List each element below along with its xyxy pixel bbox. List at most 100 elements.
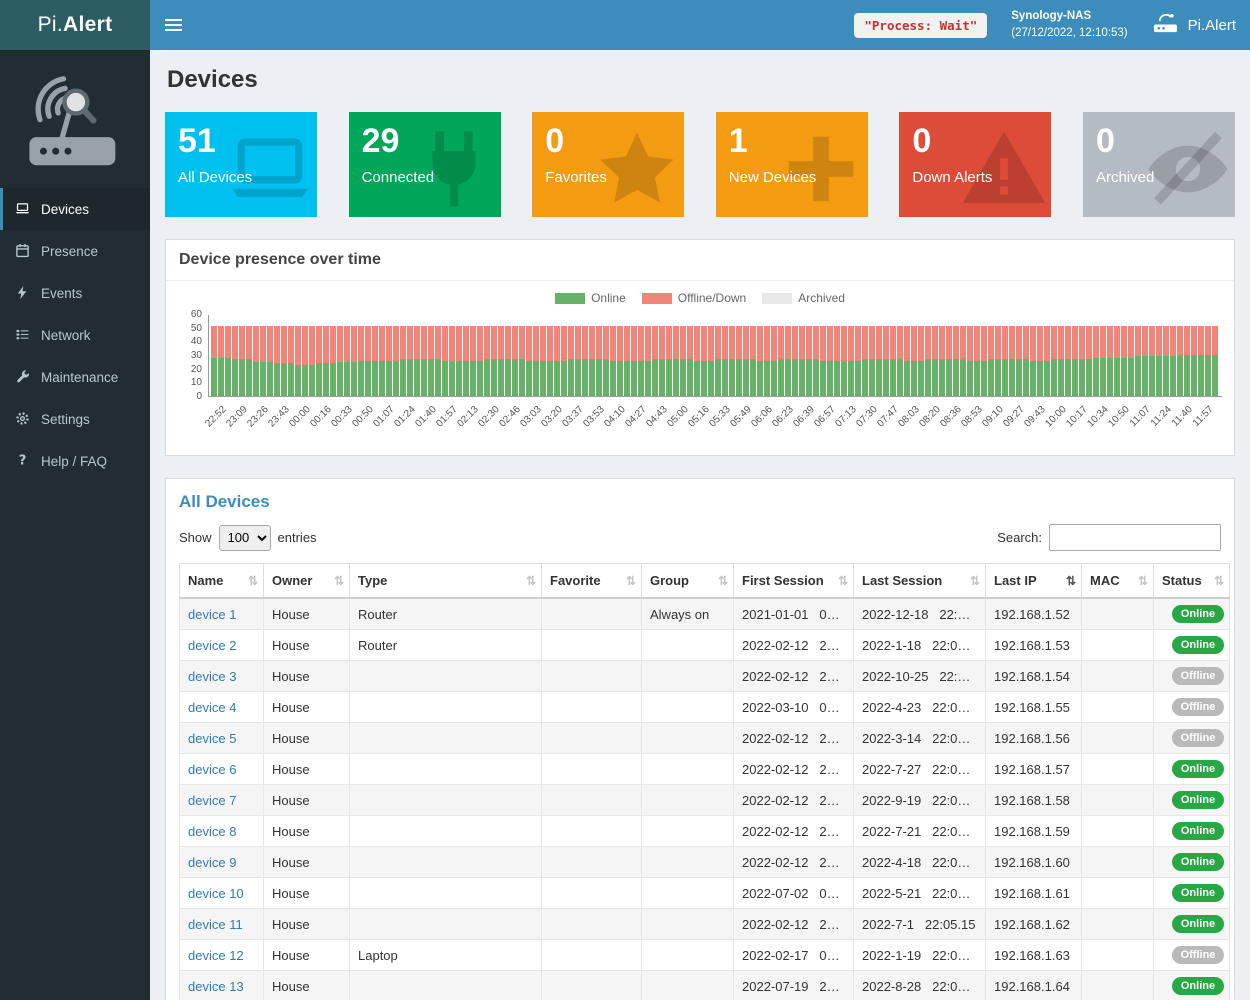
- chart-bar: [750, 326, 756, 396]
- sidebar-item-devices[interactable]: Devices: [0, 188, 150, 230]
- chart-bar: [1163, 326, 1169, 396]
- stat-card-all-devices[interactable]: 51All Devices: [165, 112, 317, 217]
- sidebar-item-help-faq[interactable]: ?Help / FAQ: [0, 440, 150, 482]
- legend-item-archived: Archived: [762, 291, 845, 305]
- cell-first-session: 2022-07-19 23:45: [734, 971, 854, 1000]
- device-link[interactable]: device 6: [188, 762, 236, 777]
- header-brand[interactable]: Pi.Alert: [1152, 11, 1236, 39]
- app-logo[interactable]: Pi.Alert: [0, 0, 150, 50]
- cell-mac: [1082, 661, 1154, 692]
- stat-card-favorites[interactable]: 0Favorites: [532, 112, 684, 217]
- show-label: Show: [179, 530, 212, 545]
- sidebar-item-events[interactable]: Events: [0, 272, 150, 314]
- cell-type: [350, 785, 542, 816]
- page-title: Devices: [167, 66, 1235, 94]
- device-link[interactable]: device 2: [188, 638, 236, 653]
- chart-bar: [582, 326, 588, 396]
- navbar: "Process: Wait" Synology-NAS (27/12/2022…: [150, 0, 1250, 50]
- device-link[interactable]: device 9: [188, 855, 236, 870]
- chart-bar: [498, 326, 504, 396]
- cell-last-session: 2022-7-21 22:05.56: [854, 816, 986, 847]
- table-body: device 1HouseRouterAlways on2021-01-01 0…: [180, 598, 1230, 1000]
- device-link[interactable]: device 11: [188, 917, 243, 932]
- cell-last-session: 2022-4-23 22:05.49: [854, 692, 986, 723]
- chart-bar: [379, 326, 385, 396]
- stat-card-connected[interactable]: 29Connected: [349, 112, 501, 217]
- cell-first-session: 2022-07-02 08:15: [734, 878, 854, 909]
- stat-card-new-devices[interactable]: 1New Devices: [716, 112, 868, 217]
- cell-favorite: [542, 785, 642, 816]
- column-header-last-session[interactable]: Last Session⇅: [854, 564, 986, 599]
- chart-bar: [820, 326, 826, 396]
- cell-name: device 7: [180, 785, 264, 816]
- hamburger-icon: [165, 19, 182, 21]
- cell-name: device 2: [180, 630, 264, 661]
- device-link[interactable]: device 8: [188, 824, 236, 839]
- stat-card-down-alerts[interactable]: 0Down Alerts: [899, 112, 1051, 217]
- column-header-last-ip[interactable]: Last IP⇅: [986, 564, 1082, 599]
- status-badge: Online: [1172, 605, 1224, 623]
- chart-bar: [967, 326, 973, 396]
- device-link[interactable]: device 3: [188, 669, 236, 684]
- chart-bar: [484, 326, 490, 396]
- chart-bar: [939, 326, 945, 396]
- cell-name: device 6: [180, 754, 264, 785]
- device-link[interactable]: device 13: [188, 979, 244, 994]
- column-header-name[interactable]: Name⇅: [180, 564, 264, 599]
- cell-type: Router: [350, 630, 542, 661]
- device-link[interactable]: device 10: [188, 886, 244, 901]
- column-header-mac[interactable]: MAC⇅: [1082, 564, 1154, 599]
- chart-bar: [918, 326, 924, 396]
- chart-bar: [1198, 326, 1204, 396]
- column-header-owner[interactable]: Owner⇅: [264, 564, 350, 599]
- cell-type: [350, 754, 542, 785]
- device-link[interactable]: device 7: [188, 793, 236, 808]
- chart-bar: [358, 326, 364, 396]
- cell-mac: [1082, 785, 1154, 816]
- sidebar-item-presence[interactable]: Presence: [0, 230, 150, 272]
- chart-bar: [281, 326, 287, 396]
- device-link[interactable]: device 4: [188, 700, 236, 715]
- table-search-input[interactable]: [1049, 524, 1221, 551]
- cell-mac: [1082, 878, 1154, 909]
- column-header-status[interactable]: Status⇅: [1154, 564, 1230, 599]
- column-header-type[interactable]: Type⇅: [350, 564, 542, 599]
- cell-last-ip: 192.168.1.57: [986, 754, 1082, 785]
- chart-bar: [505, 326, 511, 396]
- chart-y-axis: 0102030405060: [178, 315, 208, 397]
- cell-favorite: [542, 940, 642, 971]
- device-link[interactable]: device 1: [188, 607, 236, 622]
- chart-bar: [960, 326, 966, 396]
- stat-card-archived[interactable]: 0Archived: [1083, 112, 1235, 217]
- chart-bar: [1149, 326, 1155, 396]
- chart-bar: [1212, 326, 1218, 396]
- chart-bar: [407, 326, 413, 396]
- chart-bar: [428, 326, 434, 396]
- nas-name: Synology-NAS: [1011, 8, 1127, 25]
- device-link[interactable]: device 5: [188, 731, 236, 746]
- calendar-icon: [15, 243, 31, 259]
- cell-first-session: 2022-02-12 22:05: [734, 909, 854, 940]
- column-header-group[interactable]: Group⇅: [642, 564, 734, 599]
- sidebar-item-label: Network: [41, 328, 91, 343]
- cell-last-session: 2022-8-28 22:05.51: [854, 971, 986, 1000]
- chart-bar: [288, 326, 294, 396]
- chart-bar: [1058, 326, 1064, 396]
- chart-bar: [540, 326, 546, 396]
- sidebar-item-network[interactable]: Network: [0, 314, 150, 356]
- page-length-select[interactable]: 100: [219, 525, 271, 551]
- chart-bar: [624, 326, 630, 396]
- sidebar-item-settings[interactable]: Settings: [0, 398, 150, 440]
- status-badge: Online: [1172, 822, 1224, 840]
- column-header-first-session[interactable]: First Session⇅: [734, 564, 854, 599]
- sidebar-toggle-button[interactable]: [150, 0, 196, 50]
- sidebar-item-maintenance[interactable]: Maintenance: [0, 356, 150, 398]
- column-header-favorite[interactable]: Favorite⇅: [542, 564, 642, 599]
- cell-owner: House: [264, 661, 350, 692]
- chart-bar: [1121, 326, 1127, 396]
- sidebar-item-label: Presence: [41, 244, 98, 259]
- device-link[interactable]: device 12: [188, 948, 244, 963]
- cell-last-ip: 192.168.1.56: [986, 723, 1082, 754]
- chart-bar: [316, 326, 322, 396]
- cell-mac: [1082, 598, 1154, 630]
